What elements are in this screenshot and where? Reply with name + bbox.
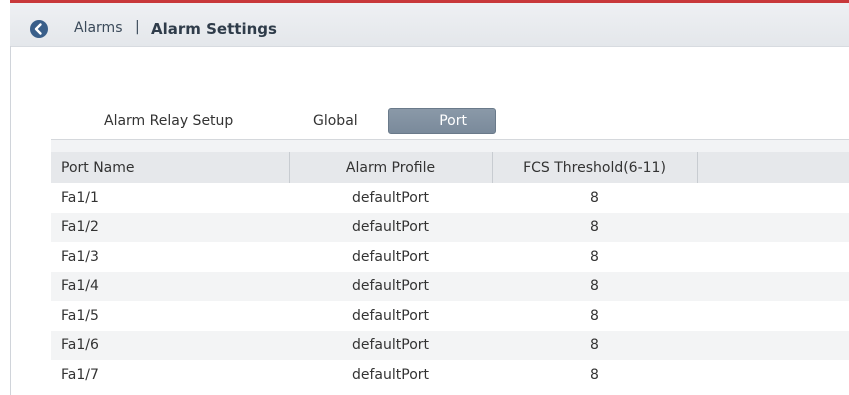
cell-port-name: Fa1/1 [61, 189, 99, 206]
page-header: Alarms | Alarm Settings [10, 3, 849, 47]
page-title: Alarm Settings [151, 20, 277, 38]
cell-port-name: Fa1/2 [61, 219, 99, 236]
cell-fcs-threshold: 8 [590, 248, 599, 265]
column-header-fcs-threshold[interactable]: FCS Threshold(6-11) [492, 152, 698, 183]
alarm-relay-setup-label: Alarm Relay Setup [104, 113, 234, 129]
cell-alarm-profile: defaultPort [351, 219, 429, 236]
port-alarm-table: Port Name Alarm Profile FCS Threshold(6-… [51, 139, 849, 390]
table-row[interactable]: Fa1/6 defaultPort 8 [51, 330, 849, 361]
back-icon[interactable] [30, 20, 48, 38]
cell-port-name: Fa1/4 [61, 278, 99, 295]
cell-fcs-threshold: 8 [590, 189, 599, 206]
cell-empty [697, 331, 849, 361]
column-header-empty [697, 152, 849, 183]
cell-fcs-threshold: 8 [590, 337, 599, 354]
table-row[interactable]: Fa1/7 defaultPort 8 [51, 360, 849, 390]
content-left-border [10, 46, 11, 395]
cell-fcs-threshold: 8 [590, 366, 599, 383]
cell-port-name: Fa1/6 [61, 337, 99, 354]
column-header-port-name[interactable]: Port Name [51, 152, 290, 183]
cell-empty [697, 213, 849, 243]
cell-empty [697, 183, 849, 213]
column-header-alarm-profile[interactable]: Alarm Profile [289, 152, 493, 183]
relay-option-global[interactable]: Global [313, 113, 358, 129]
cell-fcs-threshold: 8 [590, 307, 599, 324]
table-toolbar [51, 139, 849, 152]
cell-empty [697, 301, 849, 331]
table-row[interactable]: Fa1/4 defaultPort 8 [51, 271, 849, 302]
table-row[interactable]: Fa1/1 defaultPort 8 [51, 183, 849, 213]
cell-port-name: Fa1/7 [61, 366, 99, 383]
cell-alarm-profile: defaultPort [351, 366, 429, 383]
table-row[interactable]: Fa1/5 defaultPort 8 [51, 301, 849, 331]
cell-empty [697, 360, 849, 390]
table-row[interactable]: Fa1/3 defaultPort 8 [51, 242, 849, 272]
cell-alarm-profile: defaultPort [351, 278, 429, 295]
table-row[interactable]: Fa1/2 defaultPort 8 [51, 212, 849, 243]
cell-alarm-profile: defaultPort [351, 337, 429, 354]
cell-alarm-profile: defaultPort [351, 248, 429, 265]
cell-alarm-profile: defaultPort [351, 189, 429, 206]
cell-fcs-threshold: 8 [590, 219, 599, 236]
cell-empty [697, 272, 849, 302]
table-header-row: Port Name Alarm Profile FCS Threshold(6-… [51, 152, 849, 183]
cell-alarm-profile: defaultPort [351, 307, 429, 324]
breadcrumb-separator: | [135, 19, 140, 35]
cell-fcs-threshold: 8 [590, 278, 599, 295]
cell-port-name: Fa1/3 [61, 248, 99, 265]
cell-port-name: Fa1/5 [61, 307, 99, 324]
relay-option-port[interactable]: Port [388, 108, 496, 134]
breadcrumb-alarms[interactable]: Alarms [74, 20, 123, 36]
cell-empty [697, 242, 849, 272]
